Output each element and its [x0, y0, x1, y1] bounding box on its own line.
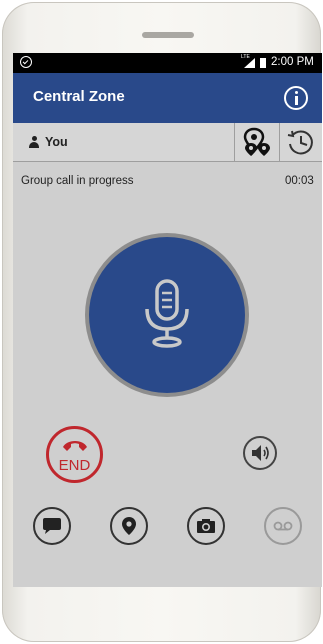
- map-pins-button[interactable]: [235, 123, 279, 161]
- map-pins-icon: [243, 127, 270, 156]
- location-icon: [122, 517, 136, 535]
- chat-button[interactable]: [33, 507, 71, 545]
- app-header: Central Zone: [13, 73, 322, 123]
- speaker-button[interactable]: [243, 436, 277, 470]
- push-to-talk-button[interactable]: [89, 237, 245, 393]
- call-status: Group call in progress: [21, 175, 134, 187]
- person-icon: [29, 136, 39, 148]
- history-icon: [287, 130, 313, 155]
- camera-button[interactable]: [187, 507, 225, 545]
- user-name: You: [45, 135, 68, 149]
- voicemail-button[interactable]: [264, 507, 302, 545]
- call-timer: 00:03: [285, 175, 314, 187]
- chat-icon: [43, 518, 61, 534]
- info-icon[interactable]: [284, 86, 308, 110]
- camera-icon: [197, 519, 215, 533]
- speaker-icon: [252, 445, 269, 461]
- status-time: 2:00 PM: [271, 56, 314, 68]
- user-bar: You: [13, 123, 322, 162]
- location-button[interactable]: [110, 507, 148, 545]
- signal-icon: [244, 58, 255, 68]
- end-call-button[interactable]: END: [46, 426, 103, 483]
- battery-icon: [260, 58, 266, 68]
- voicemail-icon: [273, 521, 293, 531]
- end-call-label: END: [58, 457, 91, 474]
- status-bar: LTE 2:00 PM: [13, 53, 322, 73]
- app-screen: LTE 2:00 PM Central Zone You Group call …: [13, 53, 322, 587]
- earpiece: [142, 32, 194, 38]
- page-title: Central Zone: [33, 88, 125, 105]
- history-button[interactable]: [280, 123, 322, 161]
- microphone-icon: [145, 279, 189, 348]
- app-status-icon: [20, 56, 32, 68]
- phone-hangup-icon: [63, 441, 87, 451]
